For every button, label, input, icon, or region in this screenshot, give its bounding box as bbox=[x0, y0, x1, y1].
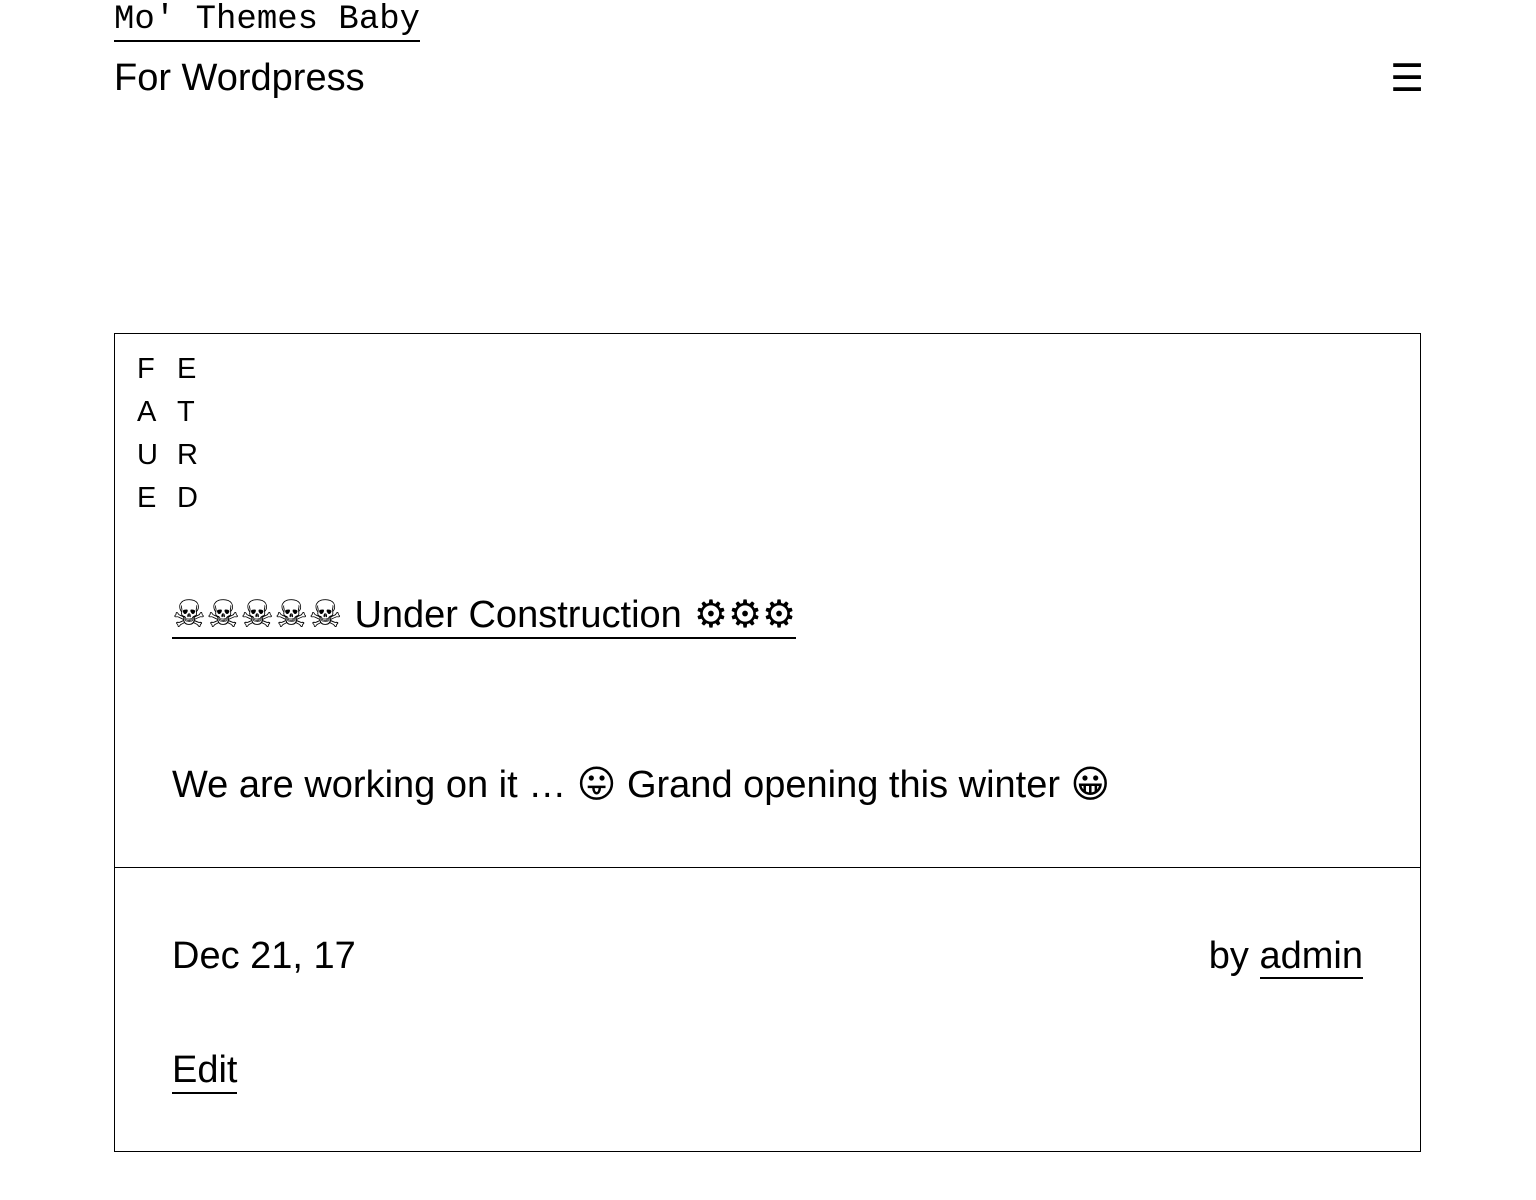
featured-letter: R bbox=[177, 439, 198, 471]
edit-link[interactable]: Edit bbox=[172, 1048, 238, 1094]
featured-letter: T bbox=[177, 396, 195, 428]
featured-letter: E bbox=[137, 482, 157, 514]
author-prefix: by bbox=[1208, 935, 1249, 977]
post-title-text: Under Construction bbox=[354, 594, 682, 636]
post-card: FE AT UR ED ☠☠☠☠☠ Under Construction ⚙⚙⚙… bbox=[114, 333, 1421, 1152]
featured-letter: F bbox=[137, 353, 155, 385]
post-excerpt: We are working on it … 😛 Grand opening t… bbox=[172, 764, 1111, 806]
author-link[interactable]: admin bbox=[1259, 935, 1363, 979]
featured-letter: D bbox=[177, 482, 198, 514]
site-tagline: For Wordpress bbox=[114, 57, 365, 99]
post-author: by admin bbox=[1208, 934, 1363, 979]
card-divider bbox=[115, 867, 1420, 868]
skull-icon: ☠☠☠☠☠ bbox=[172, 592, 343, 636]
hamburger-menu-icon[interactable]: ☰ bbox=[1388, 56, 1426, 100]
featured-badge: FE AT UR ED bbox=[137, 348, 217, 520]
gear-icon: ⚙⚙⚙ bbox=[693, 592, 797, 636]
featured-letter: U bbox=[137, 439, 158, 471]
post-date: Dec 21, 17 bbox=[172, 935, 356, 977]
featured-letter: A bbox=[137, 396, 157, 428]
post-title-link[interactable]: ☠☠☠☠☠ Under Construction ⚙⚙⚙ bbox=[172, 592, 797, 639]
featured-letter: E bbox=[177, 353, 197, 385]
site-title-link[interactable]: Mo' Themes Baby bbox=[114, 0, 421, 42]
